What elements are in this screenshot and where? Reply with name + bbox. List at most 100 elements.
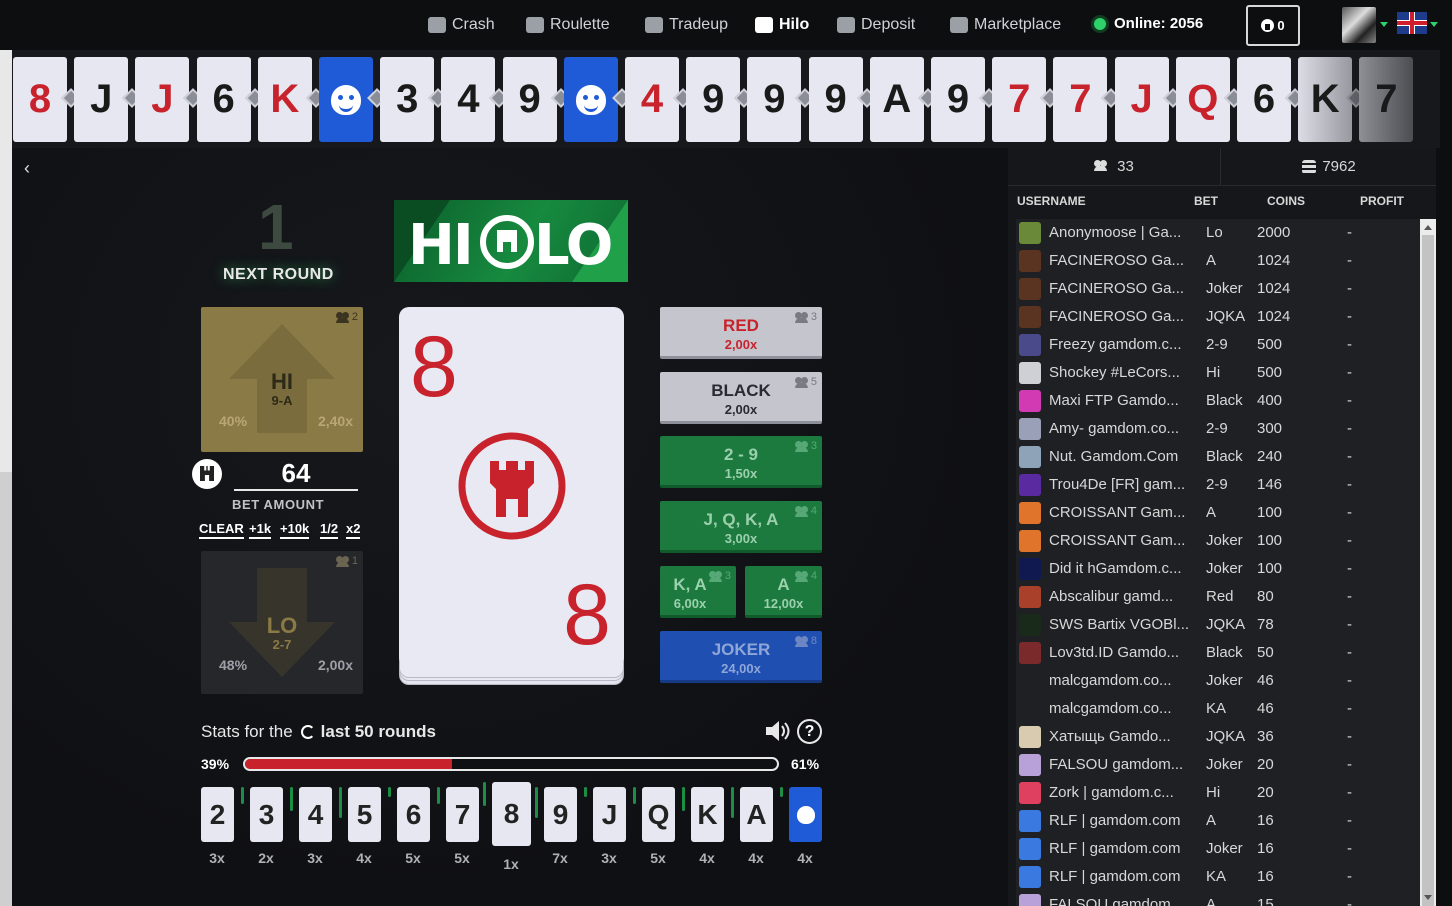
player-avatar [1019, 558, 1041, 580]
coins-tab[interactable]: 7962 [1222, 148, 1436, 186]
language-chevron-down-icon[interactable] [1430, 22, 1438, 27]
stats-tick [633, 787, 636, 804]
hi-label: HI [271, 369, 293, 394]
two-nine-bet-button[interactable]: 3 2 - 9 1,50x [660, 436, 822, 488]
bet-row[interactable]: Freezy gamdom.c... 2-9 500 - [1016, 331, 1420, 359]
stats-tick [437, 787, 440, 804]
add-1k-button[interactable]: +1k [249, 521, 272, 539]
bet-row[interactable]: FACINEROSO Ga... A 1024 - [1016, 247, 1420, 275]
bet-row-coins: 20 [1257, 756, 1274, 773]
half-button[interactable]: 1/2 [320, 521, 339, 539]
stats-tick [682, 787, 685, 811]
bet-row-bet: Red [1206, 588, 1234, 605]
bet-row[interactable]: Lov3td.ID Gamdo... Black 50 - [1016, 639, 1420, 667]
red-percentage: 39% [201, 756, 230, 772]
profit-header: PROFIT [1360, 194, 1404, 208]
bet-row-username: Amy- gamdom.co... [1049, 420, 1180, 437]
bet-row-bet: JQKA [1206, 616, 1246, 633]
players-tab[interactable]: 33 [1008, 148, 1221, 186]
bet-amount-input[interactable] [234, 457, 358, 491]
bet-row[interactable]: SWS Bartix VGOBl... JQKA 78 - [1016, 611, 1420, 639]
user-avatar[interactable] [1342, 7, 1376, 43]
add-10k-button[interactable]: +10k [280, 521, 310, 539]
history-card: 9 [686, 57, 741, 142]
bet-row-bet: Joker [1206, 756, 1243, 773]
hi-multiplier: 2,40x [317, 413, 353, 429]
bet-row[interactable]: RLF | gamdom.com Joker 16 - [1016, 835, 1420, 863]
bet-row[interactable]: RLF | gamdom.com KA 16 - [1016, 863, 1420, 891]
stats-card: J [584, 787, 626, 842]
bet-row[interactable]: CROISSANT Gam... Joker 100 - [1016, 527, 1420, 555]
bet-row[interactable]: Хатыщь Gamdo... JQKA 36 - [1016, 723, 1420, 751]
bet-row-coins: 1024 [1257, 252, 1291, 269]
nav-deposit[interactable]: Deposit [837, 14, 915, 36]
bet-row-username: FALSOU gamdom... [1049, 896, 1184, 906]
stats-card: 7 [437, 787, 479, 842]
help-icon[interactable]: ? [797, 719, 822, 744]
bet-row[interactable]: Shockey #LeCors... Hi 500 - [1016, 359, 1420, 387]
black-bet-button[interactable]: 5 BLACK 2,00x [660, 372, 822, 424]
bet-row[interactable]: malcgamdom.co... Joker 46 - [1016, 667, 1420, 695]
bet-row-coins: 146 [1257, 476, 1283, 493]
nav-marketplace[interactable]: Marketplace [950, 14, 1061, 36]
panel-scrollbar[interactable] [1420, 219, 1436, 906]
bet-row-coins: 300 [1257, 420, 1283, 437]
bet-row[interactable]: FACINEROSO Ga... JQKA 1024 - [1016, 303, 1420, 331]
bet-row-coins: 16 [1257, 868, 1274, 885]
balance-button[interactable]: 0 [1246, 5, 1300, 46]
avatar-chevron-down-icon[interactable] [1380, 22, 1388, 27]
bet-row-profit: - [1347, 784, 1352, 801]
bet-row-username: Freezy gamdom.c... [1049, 336, 1182, 353]
double-button[interactable]: x2 [346, 521, 361, 539]
stats-rounds-label[interactable]: last 50 rounds [321, 722, 436, 742]
bet-row[interactable]: Zork | gamdom.c... Hi 20 - [1016, 779, 1420, 807]
clear-button[interactable]: CLEAR [199, 521, 244, 539]
refresh-icon[interactable] [300, 725, 315, 739]
bet-row[interactable]: RLF | gamdom.com A 16 - [1016, 807, 1420, 835]
language-flag-icon[interactable] [1397, 12, 1427, 34]
stats-tick [241, 787, 244, 804]
history-card: Q [1175, 57, 1230, 142]
bet-row[interactable]: FALSOU gamdom... A 15 - [1016, 891, 1420, 906]
bet-row[interactable]: Did it hGamdom.c... Joker 100 - [1016, 555, 1420, 583]
bet-row-username: Lov3td.ID Gamdo... [1049, 644, 1180, 661]
collapse-chevron-left-icon[interactable]: ‹ [24, 158, 38, 178]
bet-row-profit: - [1347, 756, 1352, 773]
bet-row-profit: - [1347, 308, 1352, 325]
left-scrollbar[interactable] [0, 50, 12, 906]
bet-row-bet: JQKA [1206, 728, 1246, 745]
hi-bet-button[interactable]: 2 HI 9-A 40% 2,40x [201, 307, 363, 452]
lo-bet-button[interactable]: 1 LO 2-7 48% 2,00x [201, 551, 363, 694]
bet-row[interactable]: Maxi FTP Gamdo... Black 400 - [1016, 387, 1420, 415]
bet-row-profit: - [1347, 840, 1352, 857]
bet-row[interactable]: Anonymoose | Ga... Lo 2000 - [1016, 219, 1420, 247]
bet-row[interactable]: Nut. Gamdom.Com Black 240 - [1016, 443, 1420, 471]
bet-row[interactable]: Amy- gamdom.co... 2-9 300 - [1016, 415, 1420, 443]
stats-tick [388, 787, 391, 797]
ka-bet-button[interactable]: 3 K, A 6,00x [660, 566, 736, 618]
bet-row-bet: Lo [1206, 224, 1223, 241]
nav-hilo[interactable]: Hilo [755, 14, 809, 36]
bet-row[interactable]: Abscalibur gamd... Red 80 - [1016, 583, 1420, 611]
jqka-bet-button[interactable]: 4 J, Q, K, A 3,00x [660, 501, 822, 553]
bet-row-bet: Joker [1206, 560, 1243, 577]
bet-row-username: FALSOU gamdom... [1049, 756, 1184, 773]
bet-row[interactable]: FACINEROSO Ga... Joker 1024 - [1016, 275, 1420, 303]
joker-bet-button[interactable]: 8 JOKER 24,00x [660, 631, 822, 683]
speaker-icon[interactable] [764, 720, 790, 742]
nav-tradeup[interactable]: Tradeup [645, 14, 728, 36]
history-card: 9 [502, 57, 557, 142]
a-bet-button[interactable]: 4 A 12,00x [745, 566, 822, 618]
player-avatar [1019, 810, 1041, 832]
crash-icon [428, 17, 446, 33]
bet-row[interactable]: CROISSANT Gam... A 100 - [1016, 499, 1420, 527]
bet-row[interactable]: FALSOU gamdom... Joker 20 - [1016, 751, 1420, 779]
bet-row[interactable]: malcgamdom.co... KA 46 - [1016, 695, 1420, 723]
nav-roulette[interactable]: Roulette [526, 14, 610, 36]
nav-crash[interactable]: Crash [428, 14, 495, 36]
bet-row[interactable]: Trou4De [FR] gam... 2-9 146 - [1016, 471, 1420, 499]
history-card: 3 [380, 57, 435, 142]
users-icon [335, 555, 350, 567]
bet-row-bet: 2-9 [1206, 336, 1228, 353]
red-bet-button[interactable]: 3 RED 2,00x [660, 307, 822, 359]
